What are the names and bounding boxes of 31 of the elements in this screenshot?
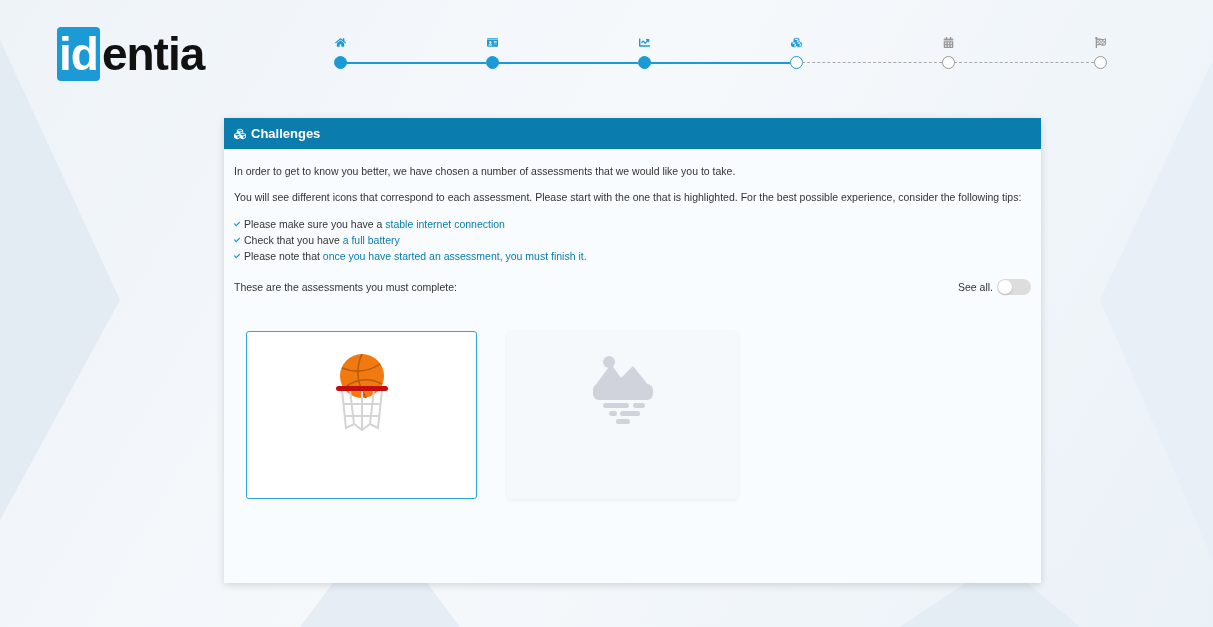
home-icon — [334, 37, 346, 49]
flag-icon — [1094, 37, 1106, 49]
identia-logo: identia — [57, 27, 205, 81]
tip-text: Please note that once you have started an assessment, you must finish it. — [244, 249, 587, 263]
tip-link[interactable]: once you have started an assessment, you must finish it. — [322, 250, 587, 262]
id-card-icon — [486, 37, 498, 49]
tip-text: Please make sure you have a stable internet connection — [244, 217, 505, 231]
cubes-icon — [234, 127, 246, 140]
assessment-card[interactable] — [246, 331, 477, 499]
cubes-icon — [790, 37, 802, 49]
basketball-hoop-icon — [333, 354, 390, 434]
intro-text: You will see different icons that correspond to each assessment. Please start with the one that is highlighted. For the best possible experience, consider the following tips: — [234, 190, 1023, 205]
step-dot[interactable] — [485, 56, 499, 69]
calendar-icon — [942, 37, 954, 49]
check-icon — [234, 253, 240, 259]
step-dot[interactable] — [637, 56, 651, 69]
tip-text: Check that you have a full battery — [244, 233, 400, 247]
chart-icon — [638, 37, 650, 49]
tip-link[interactable]: stable internet connection — [385, 218, 505, 230]
step-dot[interactable] — [1093, 56, 1107, 69]
assessments-label: These are the assessments you must complete: — [234, 281, 457, 293]
step-dot[interactable] — [941, 56, 955, 69]
intro-text: In order to get to know you better, we have chosen a number of assessments that we would like you to take. — [234, 164, 737, 179]
tip-link[interactable]: a full battery — [342, 234, 400, 246]
check-icon — [234, 237, 240, 243]
see-all-label: See all. — [957, 281, 993, 293]
step-dot[interactable] — [789, 56, 803, 69]
panel-title: Challenges — [251, 126, 321, 141]
check-icon — [234, 221, 240, 227]
step-dot[interactable] — [333, 56, 347, 69]
see-all-toggle[interactable] — [997, 279, 1031, 295]
